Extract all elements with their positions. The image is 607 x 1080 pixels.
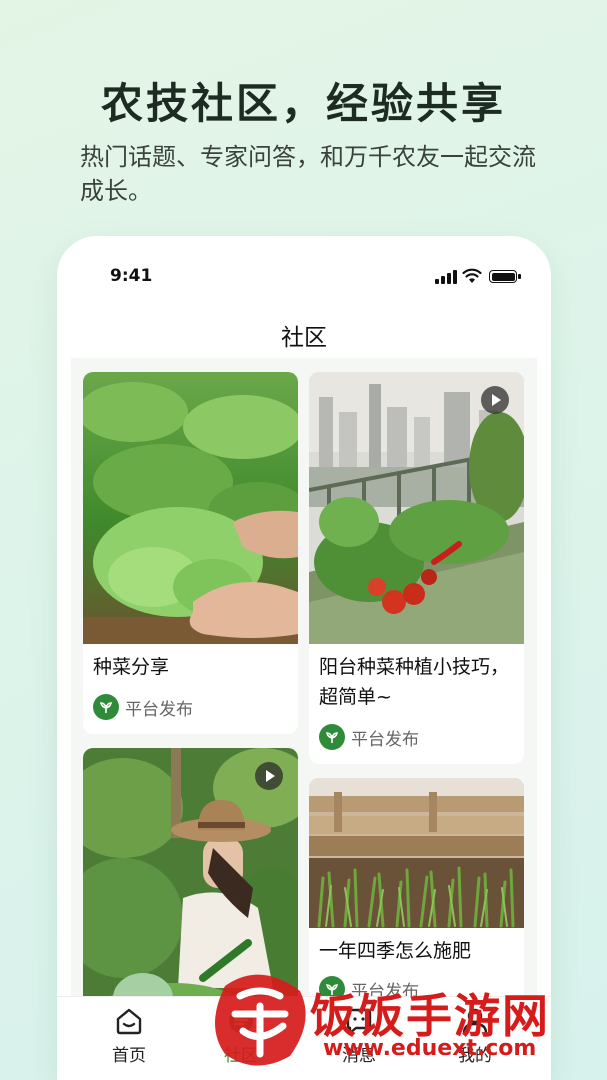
signal-icon — [435, 270, 457, 284]
post-title: 种菜分享 — [93, 656, 170, 678]
home-icon — [116, 1008, 142, 1035]
seedling-beds-photo — [309, 778, 524, 928]
tab-label: 首页 — [112, 1046, 146, 1066]
author-name: 平台发布 — [125, 699, 193, 720]
status-time: 9:41 — [110, 266, 153, 286]
platform-avatar — [93, 694, 119, 720]
hero-subtitle: 热门话题、专家问答，和万千农友一起交流成长。 — [80, 143, 536, 205]
post-author: 平台发布 — [93, 694, 193, 720]
post-title: 阳台种菜种植小技巧，超简单~ — [319, 656, 510, 708]
tab-home[interactable]: 首页 — [89, 1005, 169, 1066]
post-title: 一年四季怎么施肥 — [319, 940, 472, 962]
platform-avatar — [319, 724, 345, 750]
author-name: 平台发布 — [351, 729, 419, 750]
hero-title: 农技社区，经验共享 — [100, 79, 506, 128]
post-card[interactable]: 阳台种菜种植小技巧，超简单~ 平台发布 — [309, 372, 524, 764]
watermark-url: www.eduext.com — [323, 1036, 537, 1061]
lettuce-harvest-photo — [83, 372, 298, 644]
phone-mockup: 9:41 社区 种菜分享 平台发布 阳台种菜种植小技巧，超简单~ 平台发布 一年… — [57, 236, 551, 1080]
site-watermark: 饭饭手游网 www.eduext.com — [205, 966, 585, 1072]
post-card[interactable]: 种菜分享 平台发布 — [83, 372, 298, 734]
page-title: 社区 — [281, 325, 327, 351]
play-video-icon[interactable] — [481, 386, 509, 414]
status-bar: 9:41 — [57, 266, 551, 290]
watermark-logo-icon — [215, 974, 306, 1066]
wifi-icon — [462, 268, 482, 283]
post-author: 平台发布 — [319, 724, 419, 750]
play-video-icon[interactable] — [255, 762, 283, 790]
battery-icon — [489, 270, 521, 283]
